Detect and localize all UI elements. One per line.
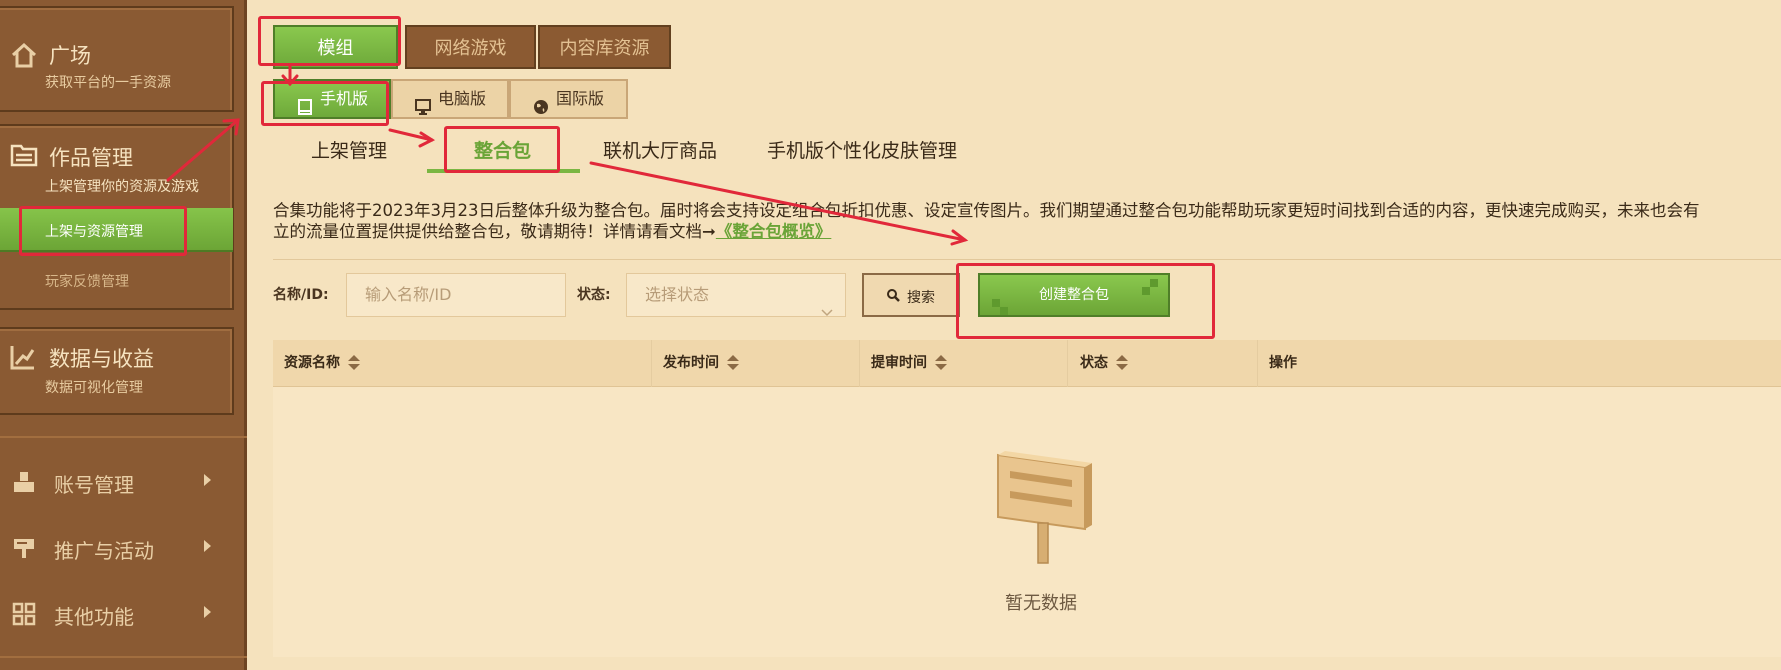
annotation-arrows xyxy=(166,64,969,246)
